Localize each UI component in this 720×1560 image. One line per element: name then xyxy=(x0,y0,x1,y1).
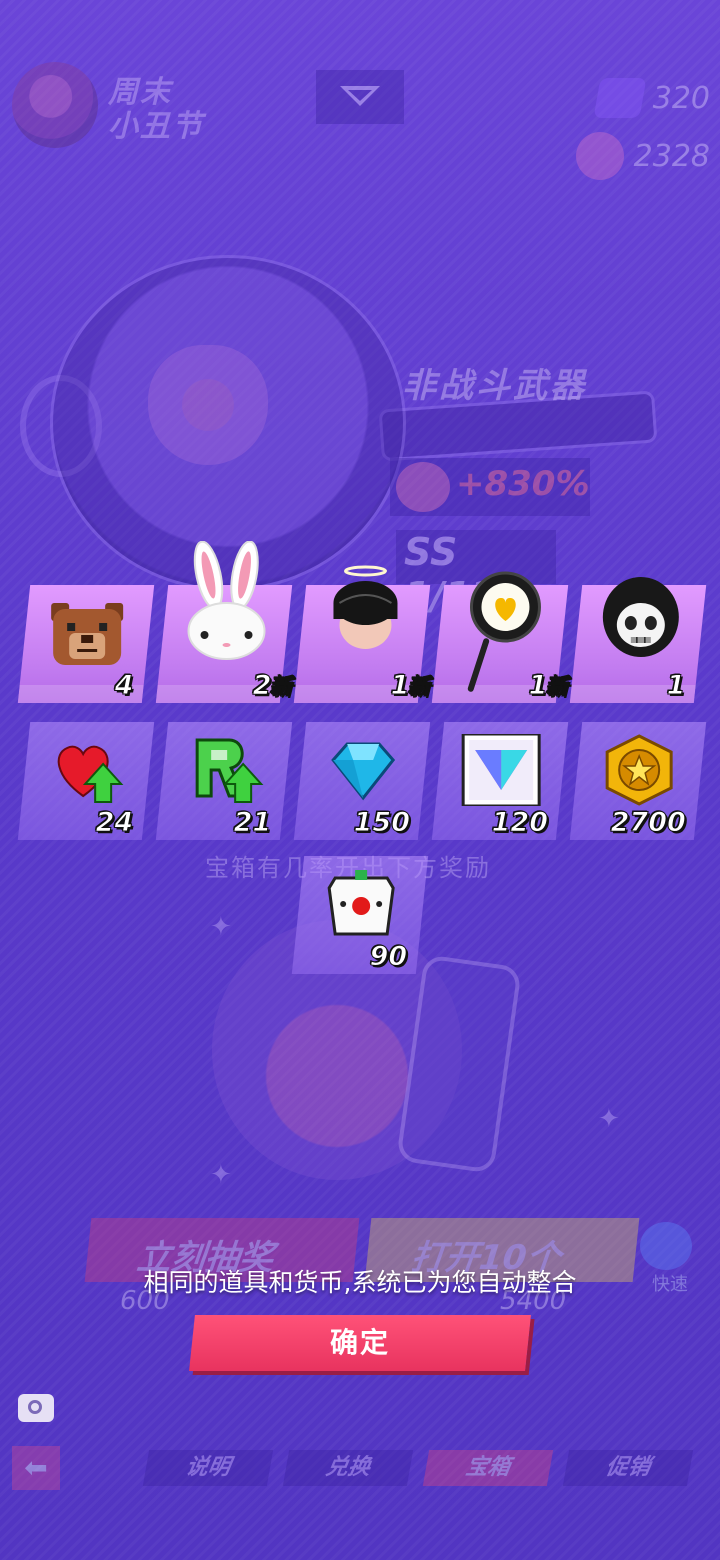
new-tag: 新 xyxy=(407,675,430,701)
tab-promotion[interactable]: 促销 xyxy=(562,1450,694,1486)
blue-diamond-icon xyxy=(331,742,396,801)
reward-count: 1 xyxy=(390,670,410,702)
prism-crystal-icon xyxy=(461,734,541,806)
reward-tile: 1 xyxy=(569,577,707,703)
reward-count: 4 xyxy=(114,670,134,702)
reward-count: 120 xyxy=(491,807,548,839)
r-upgrade-icon xyxy=(195,738,264,803)
confirm-button[interactable]: 确定 xyxy=(189,1315,531,1371)
clown-face-icon xyxy=(396,462,450,512)
pink-token-icon xyxy=(575,132,624,180)
sparkle-icon: ✦ xyxy=(210,912,232,942)
collapse-chevron-button[interactable] xyxy=(316,70,404,124)
reward-tile: 21 xyxy=(155,722,293,840)
reward-tile: 新 2 xyxy=(155,541,292,703)
tab-chest[interactable]: 宝箱 xyxy=(422,1450,554,1486)
reward-count: 24 xyxy=(96,807,135,839)
new-tag: 新 xyxy=(269,675,292,701)
reward-tile: 24 xyxy=(17,722,155,840)
reward-tile: 新 1 xyxy=(431,571,568,703)
reward-count: 2 xyxy=(252,670,272,702)
reward-tile: 2700 xyxy=(569,722,707,840)
weapon-category-label: 非战斗武器 xyxy=(402,366,587,406)
tab-exchange[interactable]: 兑换 xyxy=(282,1450,414,1486)
heart-upgrade-icon xyxy=(57,745,124,803)
reward-count: 1 xyxy=(666,670,686,702)
new-tag: 新 xyxy=(545,675,568,701)
confirm-label: 确定 xyxy=(329,1326,390,1359)
reward-count: 90 xyxy=(370,941,409,973)
currency-tokens: 2328 xyxy=(575,132,710,180)
back-button[interactable]: ⬅ xyxy=(12,1446,60,1490)
sparkle-icon: ✦ xyxy=(598,1104,620,1134)
boost-value: +830% xyxy=(456,464,590,504)
reward-tile: 120 xyxy=(431,722,569,840)
reward-tile: 150 xyxy=(293,722,431,840)
chevron-down-icon xyxy=(340,86,380,106)
bunny-head-icon xyxy=(187,541,266,660)
reward-tile: 90 xyxy=(291,856,429,974)
black-hair-head-icon xyxy=(333,565,398,649)
reward-tile: 新 1 xyxy=(293,565,430,703)
reward-count: 21 xyxy=(234,807,273,839)
sparkle-icon: ✦ xyxy=(210,1160,232,1190)
purple-gem-icon xyxy=(593,78,647,118)
camera-icon[interactable] xyxy=(18,1394,54,1422)
reward-tile: 4 xyxy=(17,585,155,703)
merge-notice-message: 相同的道具和货币,系统已为您自动整合 xyxy=(143,1268,577,1297)
reward-count: 150 xyxy=(353,807,410,839)
reward-count: 2700 xyxy=(610,807,686,839)
currency-gems-value: 320 xyxy=(652,80,710,116)
bear-head-icon xyxy=(51,603,124,665)
clown-mascot-icon xyxy=(12,62,98,148)
currency-tokens-value: 2328 xyxy=(633,138,710,174)
gold-star-coin-icon xyxy=(605,734,673,806)
back-arrow-icon: ⬅ xyxy=(24,1451,48,1484)
skull-hood-head-icon xyxy=(602,577,679,657)
game-screen: 周末 小丑节 320 2328 非战斗武器 +830% SS 1/12 宝箱有几… xyxy=(0,0,720,1560)
tab-instructions[interactable]: 说明 xyxy=(142,1450,274,1486)
currency-gems: 320 xyxy=(593,78,710,118)
reward-count: 1 xyxy=(528,670,548,702)
event-title: 周末 小丑节 xyxy=(108,75,204,144)
clown-cube-icon xyxy=(327,870,395,936)
heart-egg-icon xyxy=(148,345,268,465)
boost-badge: +830% xyxy=(390,458,590,516)
